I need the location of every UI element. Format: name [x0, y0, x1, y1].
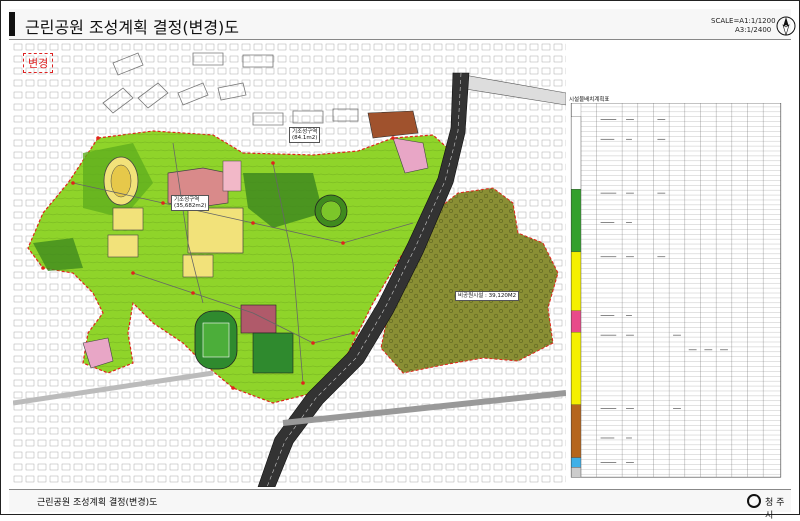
zone2-label: 기조성구역 (84.1m2) — [289, 127, 321, 143]
footer-block: 근린공원 조성계획 결정(변경)도 청 주 시 — [9, 489, 791, 521]
facility-table — [570, 103, 782, 478]
park-map — [13, 43, 566, 487]
forest-label: 비공원시설 : 39,120M2 — [455, 291, 520, 301]
facility-block-small — [182, 254, 214, 278]
forest-label-text: 비공원시설 : 39,120M2 — [458, 293, 517, 299]
scale-a1: SCALE=A1:1/1200 — [711, 17, 776, 25]
change-stamp: 변경 — [23, 53, 54, 73]
field-facility — [240, 304, 277, 334]
scale-a3: A3:1/2400 — [735, 26, 772, 34]
drawing-frame: 근린공원 조성계획 결정(변경)도 SCALE=A1:1/1200 A3:1/2… — [0, 0, 800, 521]
existing-annex — [222, 160, 242, 192]
zone2-area: (84.1m2) — [292, 135, 318, 141]
zone1-label: 기조성구역 (35,682m2) — [171, 195, 210, 211]
sports-field-pitch — [202, 322, 230, 358]
ne-brown-building — [367, 110, 419, 139]
facility-table-title: 시설물배치계획표 — [569, 97, 610, 103]
title-bar-mark — [9, 12, 15, 36]
footer-title: 근린공원 조성계획 결정(변경)도 — [37, 498, 158, 508]
title-block: 근린공원 조성계획 결정(변경)도 SCALE=A1:1/1200 A3:1/2… — [9, 9, 796, 40]
field-facility-green — [252, 332, 294, 374]
court-2 — [107, 234, 139, 258]
north-arrow-icon — [776, 16, 796, 37]
drawing-title: 근린공원 조성계획 결정(변경)도 — [25, 18, 240, 37]
zone1-area: (35,682m2) — [174, 203, 207, 209]
round-plaza-inner — [320, 200, 342, 222]
city-name: 청 주 시 — [765, 498, 785, 521]
city-logo-icon — [747, 494, 761, 508]
court-1 — [112, 207, 144, 231]
